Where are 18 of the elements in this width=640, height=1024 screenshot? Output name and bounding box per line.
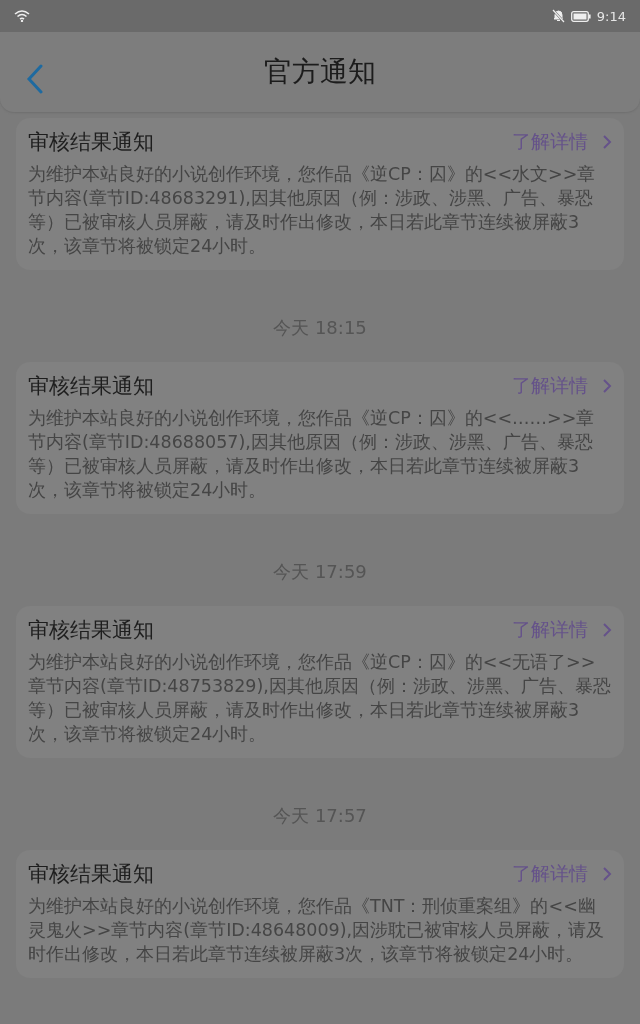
notification-body: 为维护本站良好的小说创作环境，您作品《逆CP：囚》的<<水文>>章节内容(章节ID:48683291),因其他原因（例：涉政、涉黑、广告、暴恐等）已被审核人员屏蔽，请及时作出修改，本日若此章节连续被屏蔽3次，该章节将被锁定24小时。 [28,163,597,258]
notification-body: 为维护本站良好的小说创作环境，您作品《TNT：刑侦重案组》的<<幽灵鬼火>>章节内容(章节ID:48648009),因涉耽已被审核人员屏蔽，请及时作出修改，本日若此章节连续被屏蔽3次，该章节将被锁定24小时。 [28,895,606,966]
notification-body: 为维护本站良好的小说创作环境，您作品《逆CP：囚》的<<……>>章节内容(章节ID:48688057),因其他原因（例：涉政、涉黑、广告、暴恐等）已被审核人员屏蔽，请及时作出修改，本日若此章节连续被屏蔽3次，该章节将被锁定24小时。 [28,407,596,502]
chevron-icon [602,622,612,638]
notification-title: 审核结果通知 [28,129,155,156]
chevron-icon [602,866,612,882]
battery-icon [570,10,591,22]
notification-title: 审核结果通知 [28,861,155,888]
chevron-icon [602,134,612,150]
notification-title: 审核结果通知 [28,617,155,644]
wifi-icon [14,10,30,22]
notification-body: 为维护本站良好的小说创作环境，您作品《逆CP：囚》的<<无语了>>章节内容(章节ID:48753829),因其他原因（例：涉政、涉黑、广告、暴恐等）已被审核人员屏蔽，请及时作出修改，本日若此章节连续被屏蔽3次，该章节将被锁定24小时。 [28,651,612,746]
status-time: 9:14 [596,8,626,24]
chevron-icon [602,378,612,394]
bell-off-icon [551,9,565,23]
back-icon[interactable] [26,64,44,94]
page-title: 官方通知 [264,54,376,90]
notification-title: 审核结果通知 [28,373,155,400]
